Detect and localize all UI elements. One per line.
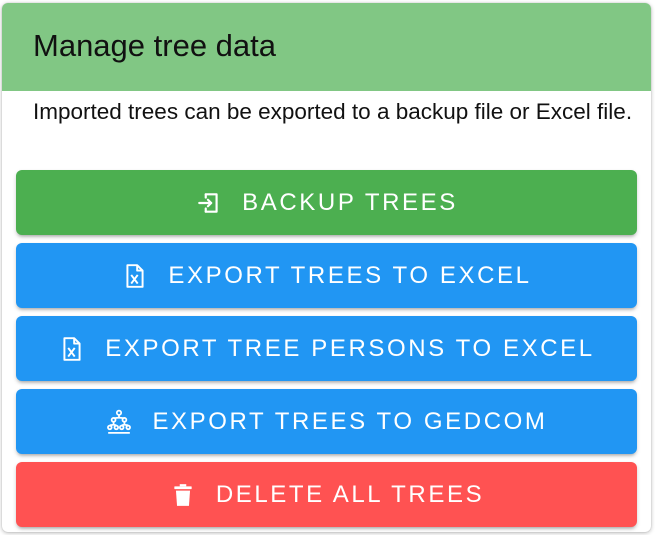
delete-all-trees-label: DELETE ALL TREES [215,480,485,508]
card-header: Manage tree data [2,3,651,91]
excel-file-icon [58,335,86,363]
export-trees-to-excel-label: EXPORT TREES TO EXCEL [168,261,532,289]
export-tree-persons-to-excel-button[interactable]: EXPORT TREE PERSONS TO EXCEL [16,316,637,381]
import-icon [195,189,223,217]
family-tree-icon [105,408,133,436]
export-trees-to-excel-button[interactable]: EXPORT TREES TO EXCEL [16,243,637,308]
trash-icon [169,481,197,509]
export-trees-to-gedcom-button[interactable]: EXPORT TREES TO GEDCOM [16,389,637,454]
card-title: Manage tree data [33,28,277,63]
delete-all-trees-button[interactable]: DELETE ALL TREES [16,462,637,527]
card-description: Imported trees can be exported to a back… [33,99,633,124]
excel-file-icon [121,262,149,290]
export-tree-persons-to-excel-label: EXPORT TREE PERSONS TO EXCEL [105,334,595,362]
backup-trees-label: BACKUP TREES [242,188,458,216]
export-trees-to-gedcom-label: EXPORT TREES TO GEDCOM [152,407,548,435]
backup-trees-button[interactable]: BACKUP TREES [16,170,637,235]
manage-tree-data-card: Manage tree data Imported trees can be e… [2,3,651,532]
